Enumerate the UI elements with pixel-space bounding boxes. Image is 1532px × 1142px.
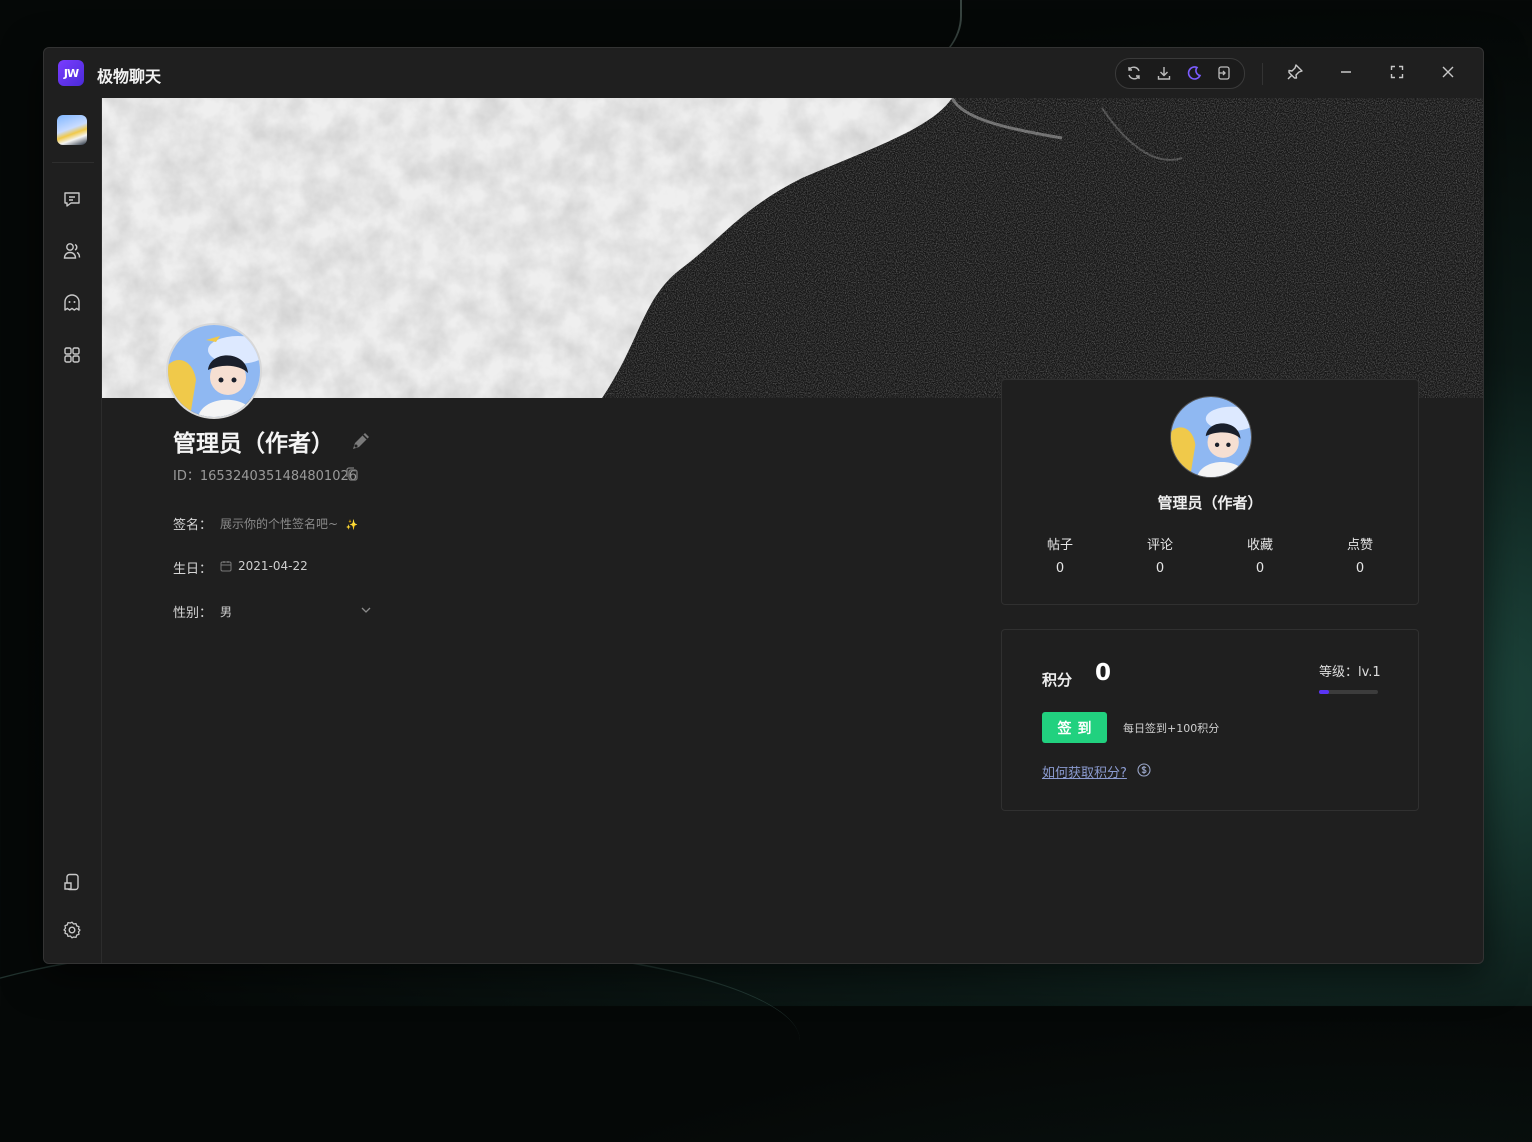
points-label: 积分 bbox=[1042, 671, 1073, 689]
device-icon[interactable] bbox=[60, 870, 84, 894]
stat-value: 0 bbox=[1055, 561, 1065, 576]
desktop-wallpaper-curve bbox=[0, 940, 800, 1142]
stat-value: 0 bbox=[1255, 561, 1265, 576]
signin-tip: 每日签到+100积分 bbox=[1123, 722, 1220, 735]
birthday-value: 2021-04-22 bbox=[238, 559, 308, 573]
edit-name-icon[interactable] bbox=[349, 429, 373, 457]
moon-icon[interactable] bbox=[1184, 63, 1204, 83]
app-title: 极物聊天 bbox=[97, 67, 162, 86]
user-id-label: ID： bbox=[173, 469, 200, 484]
maximize-icon[interactable] bbox=[1387, 62, 1407, 82]
stat-label: 点赞 bbox=[1346, 538, 1373, 553]
card-avatar[interactable] bbox=[1170, 396, 1252, 478]
chat-icon[interactable] bbox=[60, 187, 84, 211]
stat-posts[interactable]: 帖子 0 bbox=[1020, 534, 1100, 576]
sidebar bbox=[44, 98, 102, 963]
sidebar-divider bbox=[52, 162, 94, 163]
stat-value: 0 bbox=[1155, 561, 1165, 576]
profile-name: 管理员（作者） bbox=[173, 431, 334, 457]
stat-favorites[interactable]: 收藏 0 bbox=[1220, 534, 1300, 576]
apps-icon[interactable] bbox=[60, 343, 84, 367]
close-icon[interactable] bbox=[1438, 62, 1458, 82]
stat-value: 0 bbox=[1355, 561, 1365, 576]
level-progress-fill bbox=[1319, 690, 1330, 694]
titlebar-tool-group bbox=[1115, 58, 1245, 89]
app-logo: JW bbox=[58, 60, 84, 86]
signature-label: 签名： bbox=[173, 518, 213, 533]
birthday-label: 生日： bbox=[173, 562, 213, 577]
card-name: 管理员（作者） bbox=[1157, 494, 1263, 512]
ghost-icon[interactable] bbox=[60, 291, 84, 315]
stat-comments[interactable]: 评论 0 bbox=[1120, 534, 1200, 576]
birthday-field[interactable]: 2021-04-22 bbox=[220, 559, 308, 575]
gender-select[interactable]: 男 bbox=[220, 603, 372, 620]
refresh-icon[interactable] bbox=[1124, 63, 1144, 83]
stat-label: 帖子 bbox=[1046, 538, 1073, 553]
signature-field[interactable]: 展示你的个性签名吧~ ✨ bbox=[220, 515, 358, 532]
settings-icon[interactable] bbox=[60, 918, 84, 942]
stat-likes[interactable]: 点赞 0 bbox=[1320, 534, 1400, 576]
stat-label: 评论 bbox=[1146, 538, 1173, 553]
signin-button[interactable]: 签到 bbox=[1042, 712, 1107, 743]
user-id-value: 1653240351484801026 bbox=[199, 469, 358, 484]
contacts-icon[interactable] bbox=[60, 239, 84, 263]
user-id: ID：1653240351484801026 bbox=[173, 465, 357, 484]
profile-summary-card: 管理员（作者） 帖子 0 评论 0 收藏 0 点赞 0 bbox=[1001, 379, 1419, 605]
coin-icon[interactable] bbox=[1137, 762, 1151, 781]
signature-placeholder: 展示你的个性签名吧~ bbox=[220, 517, 339, 531]
how-to-earn-points-link[interactable]: 如何获取积分? bbox=[1042, 762, 1127, 781]
sparkle-emoji: ✨ bbox=[345, 520, 359, 531]
gender-value: 男 bbox=[220, 605, 233, 619]
profile-avatar[interactable] bbox=[166, 323, 262, 419]
gender-label: 性别： bbox=[173, 606, 213, 621]
download-icon[interactable] bbox=[1154, 63, 1174, 83]
app-window: JW 极物聊天 管理员（作者） ID：1653240351484801026 签… bbox=[43, 47, 1484, 964]
titlebar-divider bbox=[1262, 63, 1263, 85]
points-value: 0 bbox=[1095, 660, 1112, 686]
minimize-icon[interactable] bbox=[1336, 62, 1356, 82]
copy-icon[interactable] bbox=[344, 466, 360, 486]
profile-cover-image[interactable] bbox=[102, 98, 1483, 398]
calendar-icon bbox=[220, 560, 232, 575]
chevron-down-icon bbox=[360, 604, 372, 619]
title-bar[interactable]: JW 极物聊天 bbox=[44, 48, 1483, 98]
points-card: 积分 0 等级：lv.1 签到 每日签到+100积分 如何获取积分? bbox=[1001, 629, 1419, 811]
level-progress-bar bbox=[1319, 690, 1378, 694]
layout-icon[interactable] bbox=[1214, 63, 1234, 83]
pin-icon[interactable] bbox=[1285, 62, 1305, 82]
stat-label: 收藏 bbox=[1246, 538, 1273, 553]
level-text: 等级：lv.1 bbox=[1319, 665, 1381, 680]
user-avatar[interactable] bbox=[57, 115, 87, 145]
